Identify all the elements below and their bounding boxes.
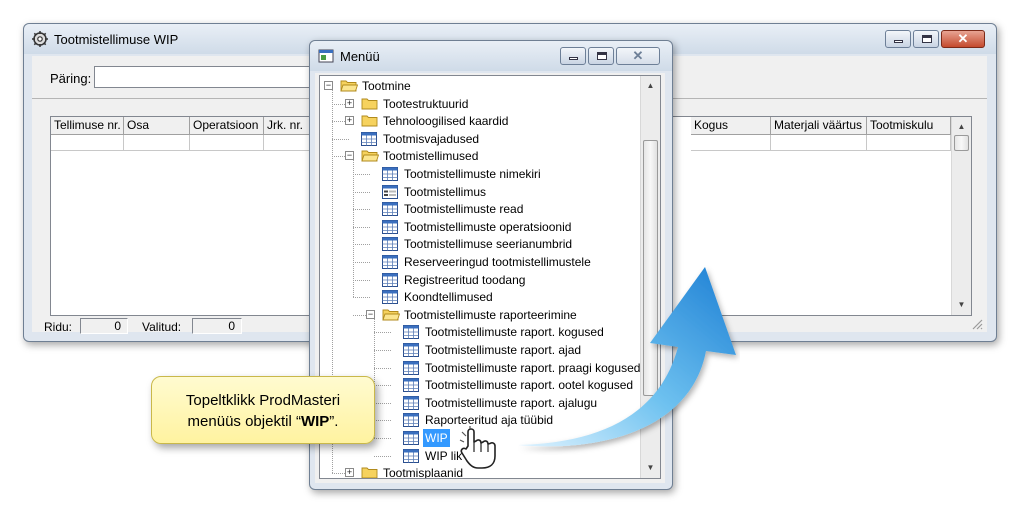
resize-grip-icon[interactable] [971,318,983,330]
selected-label: Valitud: [142,320,182,334]
tree-item[interactable]: Tootmistellimus [320,183,640,201]
tree-item-label: Tootmistellimused [383,149,479,164]
tree-connector [353,279,370,281]
tree-connector [353,262,370,263]
tree-item-label: Tootmistellimuste nimekiri [404,167,541,181]
tree-item[interactable]: Tootmistellimuse seerianumbrid [320,235,640,253]
tree-item[interactable]: Tootmistellimuste operatsioonid [320,218,640,236]
query-label: Päring: [50,71,92,86]
expand-plus-icon[interactable]: + [345,116,354,126]
scroll-up-icon[interactable]: ▲ [641,78,660,94]
close-icon: ✕ [957,31,969,46]
tree-connector [353,174,370,175]
minimize-icon [894,40,903,43]
scroll-down-icon[interactable]: ▼ [952,297,971,313]
wip-maximize-button[interactable] [913,30,939,48]
menu-close-button[interactable]: ✕ [616,47,660,65]
tree-item-label: Koondtellimused [404,290,493,305]
collapse-minus-icon[interactable]: − [345,151,354,161]
expand-plus-icon[interactable]: + [345,468,354,478]
tree-connector [353,209,370,211]
menu-maximize-button[interactable] [588,47,614,65]
wip-close-button[interactable]: ✕ [941,30,985,48]
tree-item-label: Tootestruktuurid [383,96,469,111]
tree-item[interactable]: + Tehnoloogilised kaardid [320,112,640,130]
tree-item[interactable]: Tootmistellimuste read [320,200,640,218]
tree-item[interactable]: + Tootestruktuurid [320,95,640,113]
collapse-minus-icon[interactable]: − [366,309,375,319]
maximize-icon [597,52,607,60]
collapse-minus-icon[interactable]: − [324,81,333,90]
tree-item-label: Tootmistellimuse seerianumbrid [404,237,573,252]
maximize-icon [922,35,932,43]
column-header-part[interactable]: Osa [124,117,190,135]
rows-count: 0 [80,318,128,334]
tree-connector [374,455,391,457]
tree-item-label: Tootmistellimus [404,184,487,199]
column-header-quantity[interactable]: Kogus [691,117,771,135]
tree-item-label: Tootmisvajadused [383,131,480,146]
tree-connector [374,438,391,439]
scroll-down-icon[interactable]: ▼ [641,460,660,476]
tree-item[interactable]: Tootmisvajadused [320,130,640,148]
column-header-operation[interactable]: Operatsioon [190,117,264,135]
tree-connector [332,138,349,140]
tree-connector [353,244,370,246]
tree-connector [374,420,391,422]
table-row[interactable] [51,135,124,151]
tree-item-label: Tootmisplaanid [383,466,464,478]
scroll-thumb[interactable] [954,135,969,151]
tree-connector [374,367,391,369]
tree-item-label: Tootmistellimuste read [404,202,524,217]
callout-line-2: menüüs objektil “WIP”. [187,413,339,430]
close-icon: ✕ [632,48,644,63]
callout-highlight: WIP [300,413,330,430]
tree-connector [353,191,370,193]
instruction-callout: Topeltklikk ProdMasteri menüüs objektil … [151,376,375,444]
table-row[interactable] [691,135,771,151]
tree-item-label: Tootmistellimuste operatsioonid [404,219,572,234]
tree-item[interactable]: − Tootmine [320,77,640,95]
grid-vertical-scrollbar[interactable]: ▲ ▼ [951,117,971,315]
callout-line-1: Topeltklikk ProdMasteri [185,392,341,409]
scroll-up-icon[interactable]: ▲ [952,119,971,135]
query-input[interactable] [94,66,314,88]
tree-guide [353,160,354,298]
table-row[interactable] [124,135,190,151]
minimize-icon [569,57,578,60]
table-row[interactable] [867,135,951,151]
table-row[interactable] [771,135,867,151]
menu-window-title: Menüü [340,49,380,64]
column-header-production-cost[interactable]: Tootmiskulu [867,117,951,135]
curved-arrow-icon [518,267,736,447]
app-gear-icon [32,31,48,47]
tree-connector [353,226,370,228]
tree-connector [374,350,391,351]
tree-item-label: Tehnoloogilised kaardid [383,114,509,129]
wip-window-title: Tootmistellimuse WIP [54,32,179,47]
tree-item-label: Tootmine [362,79,411,93]
menu-window-icon [318,49,334,63]
selected-count: 0 [192,318,242,334]
wip-minimize-button[interactable] [885,30,911,48]
table-row[interactable] [190,135,264,151]
tree-connector [374,402,391,404]
rows-label: Ridu: [44,320,73,334]
column-header-order-nr[interactable]: Tellimuse nr. [51,117,124,135]
tree-item[interactable]: Tootmistellimuste nimekiri [320,165,640,183]
menu-minimize-button[interactable] [560,47,586,65]
tree-item[interactable]: − Tootmistellimused [320,147,640,165]
tree-connector [353,297,370,299]
tree-connector [374,385,391,387]
folder-icon [361,466,379,478]
column-header-material-value[interactable]: Materjali väärtus [771,117,867,135]
tree-connector [374,332,391,334]
tree-item-label: WIP [423,429,450,447]
hand-cursor-icon [459,426,496,469]
menu-window-titlebar[interactable]: Menüü ✕ [310,41,672,71]
expand-plus-icon[interactable]: + [345,98,354,108]
